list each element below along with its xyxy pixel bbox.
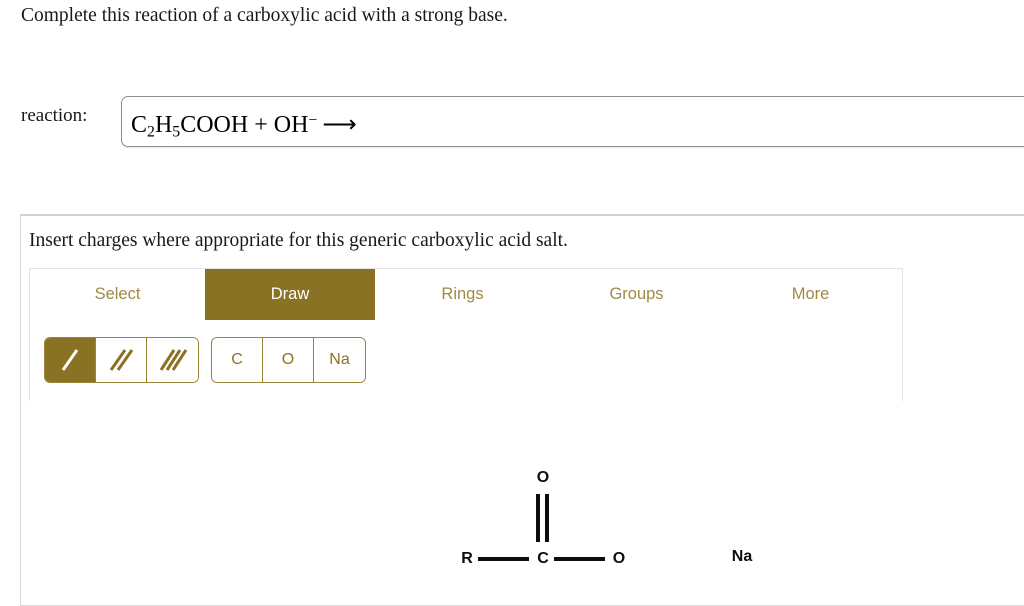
tab-rings[interactable]: Rings xyxy=(375,269,550,320)
structure-editor-panel: Insert charges where appropriate for thi… xyxy=(20,214,1024,606)
reaction-input[interactable]: C2H5COOH + OH− ⟶ xyxy=(121,96,1024,147)
double-bond-button[interactable] xyxy=(96,338,147,382)
toolbar-tool-row: C O Na xyxy=(30,320,902,401)
reaction-row: reaction: C2H5COOH + OH− ⟶ xyxy=(0,96,1024,150)
molecule-drawing-canvas[interactable]: R C O O Na xyxy=(29,406,1024,601)
atom-label-sodium[interactable]: Na xyxy=(729,549,755,565)
reaction-equation: C2H5COOH + OH− ⟶ xyxy=(131,104,357,150)
atom-label-carbonyl-carbon[interactable]: C xyxy=(534,551,552,567)
atom-label-carbonyl-oxygen[interactable]: O xyxy=(534,470,552,486)
plus-sign: + xyxy=(248,112,274,139)
tab-groups[interactable]: Groups xyxy=(550,269,723,320)
atom-label-hydroxyl-oxygen[interactable]: O xyxy=(610,551,628,567)
tab-more[interactable]: More xyxy=(723,269,898,320)
bond-carbon-to-oxygen[interactable] xyxy=(554,557,605,561)
page-title: Complete this reaction of a carboxylic a… xyxy=(21,5,508,26)
bond-r-to-carbon[interactable] xyxy=(478,557,529,561)
element-button-sodium[interactable]: Na xyxy=(314,338,365,382)
element-button-carbon[interactable]: C xyxy=(212,338,263,382)
reaction-arrow: ⟶ xyxy=(322,112,357,139)
toolbar-tab-strip: Select Draw Rings Groups More xyxy=(30,269,902,321)
editor-toolbar: Select Draw Rings Groups More C O Na xyxy=(29,268,903,401)
bond-tool-group xyxy=(44,337,199,383)
element-tool-group: C O Na xyxy=(211,337,366,383)
reactant-two: OH− xyxy=(273,112,318,139)
reaction-label: reaction: xyxy=(21,105,88,126)
single-bond-button[interactable] xyxy=(45,338,96,382)
editor-instruction: Insert charges where appropriate for thi… xyxy=(29,230,568,251)
triple-bond-icon xyxy=(159,345,187,375)
bond-carbonyl-double-left[interactable] xyxy=(536,494,540,542)
element-button-oxygen[interactable]: O xyxy=(263,338,314,382)
single-bond-icon xyxy=(57,345,83,375)
atom-label-r[interactable]: R xyxy=(458,551,476,567)
reactant-one: C2H5COOH xyxy=(131,112,249,141)
triple-bond-button[interactable] xyxy=(147,338,198,382)
tab-draw[interactable]: Draw xyxy=(205,269,375,320)
bond-carbonyl-double-right[interactable] xyxy=(545,494,549,542)
tab-select[interactable]: Select xyxy=(30,269,205,320)
double-bond-icon xyxy=(108,345,134,375)
